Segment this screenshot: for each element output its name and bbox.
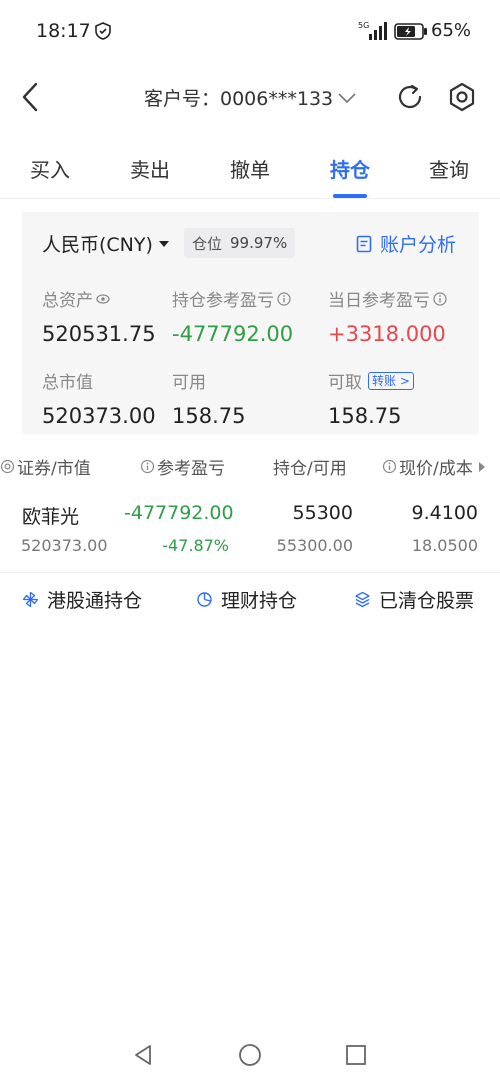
security-name: 欧菲光 — [22, 506, 80, 528]
divider — [0, 198, 500, 199]
back-arrow-icon[interactable] — [18, 80, 44, 114]
chevron-down-icon — [338, 92, 356, 103]
status-bar: 18:17 5G 65% — [0, 0, 500, 62]
withdrawable-label-group: 可取 转账 > — [328, 368, 414, 393]
security-cost: 18.0500 — [411, 536, 478, 555]
account-number: 客户号：0006***133 — [144, 88, 334, 110]
header: 客户号：0006***133 — [0, 62, 500, 132]
available-label-group: 可用 — [172, 368, 206, 393]
security-price: 9.4100 — [411, 502, 478, 524]
column-header-label: 现价/成本 — [399, 459, 473, 479]
currency-selector[interactable]: 人民币(CNY) — [42, 230, 169, 257]
cleared-stocks-link[interactable]: 已清仓股票 — [354, 586, 474, 613]
tab-sell[interactable]: 卖出 — [110, 154, 190, 183]
transfer-button[interactable]: 转账 > — [368, 371, 414, 390]
info-icon — [382, 459, 397, 474]
battery-percent: 65% — [431, 20, 472, 41]
security-position: 55300 — [292, 502, 353, 524]
holding-pnl-label-group: 持仓参考盈亏 — [172, 286, 291, 311]
info-icon — [140, 459, 155, 474]
cleared-stocks-label: 已清仓股票 — [379, 590, 475, 612]
status-time: 18:17 — [36, 20, 91, 42]
tab-cancel-order[interactable]: 撤单 — [210, 154, 290, 183]
pinwheel-icon — [22, 591, 39, 608]
account-summary-card: 人民币(CNY) 仓位 99.97% 账户分析 总资产 520531.75 持仓… — [22, 212, 479, 434]
network-label: 5G — [358, 21, 369, 30]
security-available: 55300.00 — [276, 536, 353, 555]
security-market-value: 520373.00 — [21, 536, 108, 555]
market-value-value: 520373.00 — [42, 404, 156, 428]
info-icon[interactable] — [277, 291, 291, 306]
shield-icon — [95, 22, 111, 40]
document-icon — [356, 235, 372, 252]
security-pnl: -477792.00 — [124, 502, 234, 524]
column-header-security[interactable]: 证券/市值 — [0, 454, 91, 479]
holdings-links: 港股通持仓 理财持仓 已清仓股票 — [0, 586, 500, 616]
system-nav-bar — [0, 1030, 500, 1082]
holdings-table-header: 证券/市值 参考盈亏 持仓/可用 现价/成本 — [0, 450, 500, 482]
withdrawable-label: 可取 — [328, 373, 362, 393]
daily-pnl-label-group: 当日参考盈亏 — [328, 286, 447, 311]
market-value-label-group: 总市值 — [42, 368, 93, 393]
column-header-label: 持仓/可用 — [273, 459, 347, 479]
back-triangle-icon[interactable] — [130, 1042, 156, 1068]
column-header-position[interactable]: 持仓/可用 — [273, 454, 347, 479]
withdrawable-value: 158.75 — [328, 404, 402, 428]
recents-square-icon[interactable] — [343, 1042, 369, 1068]
battery-icon — [394, 23, 427, 40]
signal-icon: 5G — [358, 21, 387, 40]
info-icon[interactable] — [433, 291, 447, 306]
hk-connect-label: 港股通持仓 — [47, 590, 143, 612]
tab-query[interactable]: 查询 — [409, 154, 489, 183]
column-header-label: 参考盈亏 — [157, 459, 225, 479]
pie-chart-icon — [197, 592, 212, 607]
wealth-label: 理财持仓 — [221, 590, 298, 612]
holding-pnl-value: -477792.00 — [172, 322, 294, 346]
table-row[interactable]: 欧菲光 520373.00 -477792.00 -47.87% 55300 5… — [0, 496, 500, 564]
holding-pnl-label: 持仓参考盈亏 — [172, 291, 274, 311]
layers-icon — [355, 591, 370, 608]
target-icon — [0, 459, 15, 474]
available-label: 可用 — [172, 373, 206, 393]
column-header-pnl[interactable]: 参考盈亏 — [140, 454, 225, 479]
refresh-icon[interactable] — [395, 82, 425, 112]
eye-icon[interactable] — [96, 292, 110, 306]
home-circle-icon[interactable] — [237, 1042, 263, 1068]
total-assets-label-group: 总资产 — [42, 286, 110, 311]
daily-pnl-label: 当日参考盈亏 — [328, 291, 430, 311]
wealth-holdings-link[interactable]: 理财持仓 — [196, 586, 297, 613]
divider — [0, 572, 500, 573]
tab-buy[interactable]: 买入 — [10, 154, 90, 183]
tab-holdings[interactable]: 持仓 — [310, 154, 390, 183]
account-analysis-label: 账户分析 — [380, 234, 457, 256]
daily-pnl-value: +3318.000 — [328, 322, 446, 346]
security-pnl-percent: -47.87% — [162, 536, 229, 555]
scroll-right-icon[interactable] — [478, 461, 485, 472]
position-label: 仓位 — [192, 234, 223, 253]
position-value: 99.97% — [230, 234, 288, 252]
hk-connect-holdings-link[interactable]: 港股通持仓 — [22, 586, 142, 613]
total-assets-label: 总资产 — [42, 291, 93, 311]
account-selector[interactable]: 客户号：0006***133 — [144, 84, 357, 111]
account-analysis-link[interactable]: 账户分析 — [356, 230, 456, 257]
position-badge: 仓位 99.97% — [184, 228, 296, 258]
column-header-label: 证券/市值 — [17, 459, 91, 479]
market-value-label: 总市值 — [42, 373, 93, 393]
trade-tabs: 买入 卖出 撤单 持仓 查询 — [0, 140, 500, 198]
available-value: 158.75 — [172, 404, 246, 428]
column-header-price[interactable]: 现价/成本 — [382, 454, 485, 479]
total-assets-value: 520531.75 — [42, 322, 156, 346]
caret-down-icon — [158, 240, 169, 247]
currency-label: 人民币(CNY) — [42, 234, 153, 256]
settings-icon[interactable] — [446, 81, 478, 113]
